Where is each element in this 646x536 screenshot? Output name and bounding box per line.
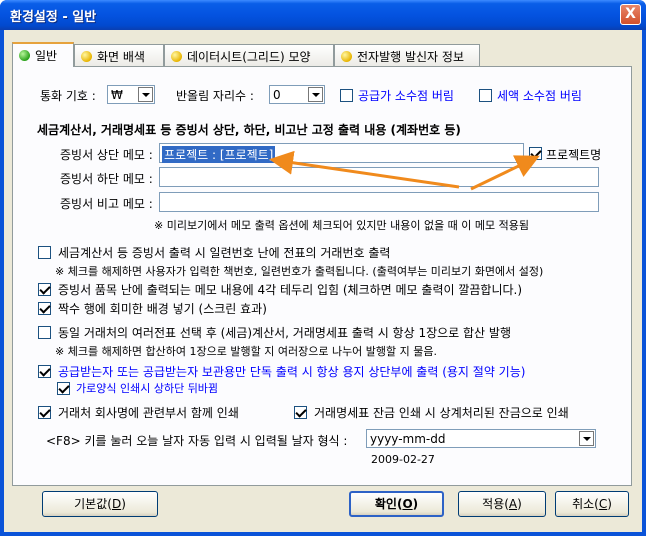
yellow-dot-icon	[341, 51, 352, 62]
ok-button-key: O	[402, 497, 413, 511]
flip-checkbox[interactable]	[57, 382, 70, 395]
cancel-button[interactable]: 취소(C)	[555, 491, 629, 517]
apply-button[interactable]: 적용(A)	[458, 491, 546, 517]
merge-checkbox[interactable]	[38, 326, 51, 339]
even-rows-checkbox[interactable]	[38, 302, 51, 315]
tab-datasheet-label: 데이터시트(그리드) 모양	[187, 50, 311, 64]
tab-datasheet[interactable]: 데이터시트(그리드) 모양	[164, 44, 334, 66]
border-label: 증빙서 품목 난에 출력되는 메모 내용에 4각 테두리 입힘 (체크하면 메모…	[58, 283, 523, 297]
chevron-down-icon[interactable]	[579, 431, 594, 446]
general-panel: 통화 기호 : ₩ 반올림 자리수 : 0 공급가 소수점 버림 세액 소수점 …	[12, 66, 632, 486]
defaults-button-key: D	[111, 497, 122, 511]
receiver-copy-label: 공급받는자 또는 공급받는자 보관용만 단독 출력 시 항상 용지 상단부에 출…	[58, 365, 526, 379]
flip-label: 가로양식 인쇄시 상하단 뒤바뀜	[76, 382, 219, 395]
even-rows-label: 짝수 행에 회미한 배경 넣기 (스크린 효과)	[58, 302, 267, 316]
merge-note: ※ 체크를 해제하면 합산하여 1장으로 발행할 지 여러장으로 나누어 발행할…	[55, 345, 438, 358]
cancel-button-label: 취소(	[572, 497, 599, 511]
serial-label: 세금계산서 등 증빙서 출력 시 일련번호 난에 전표의 거래번호 출력	[58, 246, 391, 260]
apply-button-tail: )	[517, 497, 522, 511]
dept-checkbox[interactable]	[38, 406, 51, 419]
apply-button-key: A	[508, 497, 518, 511]
yellow-dot-icon	[81, 51, 92, 62]
tab-screen-colors[interactable]: 화면 배색	[74, 44, 164, 66]
tab-screen-colors-label: 화면 배색	[97, 50, 145, 64]
cancel-button-tail: )	[607, 497, 612, 511]
ok-button[interactable]: 확인(O)	[349, 491, 444, 517]
tab-sender-info-label: 전자발행 발신자 정보	[357, 50, 464, 64]
apply-button-label: 적용(	[482, 497, 509, 511]
serial-note: ※ 체크를 해제하면 사용자가 입력한 책번호, 일련번호가 출력됩니다. (출…	[55, 265, 544, 278]
close-icon[interactable]: X	[620, 4, 641, 25]
border-checkbox[interactable]	[38, 283, 51, 296]
title-bar[interactable]: 환경설정 - 일반 X	[0, 0, 646, 30]
green-dot-icon	[19, 50, 30, 61]
tab-general-label: 일반	[35, 49, 58, 63]
ok-button-label: 확인(	[374, 497, 403, 511]
balance-checkbox[interactable]	[294, 406, 307, 419]
tab-sender-info[interactable]: 전자발행 발신자 정보	[334, 44, 480, 66]
settings-window: 환경설정 - 일반 X 일반 화면 배색 데이터시트(그리드) 모양 전자발행 …	[0, 0, 646, 536]
serial-checkbox[interactable]	[38, 246, 51, 259]
date-format-value: yyyy-mm-dd	[370, 432, 446, 446]
tab-general[interactable]: 일반	[12, 42, 74, 67]
defaults-button-tail: )	[121, 497, 126, 511]
yellow-dot-icon	[171, 51, 182, 62]
defaults-button-label: 기본값(	[74, 497, 112, 511]
date-format-preview: 2009-02-27	[371, 453, 435, 466]
arrow-to-memo	[269, 150, 460, 189]
dialog-body: 일반 화면 배색 데이터시트(그리드) 모양 전자발행 발신자 정보 통화 기호…	[4, 30, 642, 532]
balance-label: 거래명세표 잔금 인쇄 시 상계처리된 잔금으로 인쇄	[314, 406, 569, 420]
defaults-button[interactable]: 기본값(D)	[42, 491, 158, 517]
merge-label: 동일 거래처의 여러전표 선택 후 (세금)계산서, 거래명세표 출력 시 항상…	[58, 326, 511, 340]
ok-button-tail: )	[412, 497, 419, 511]
date-format-select[interactable]: yyyy-mm-dd	[366, 429, 596, 448]
cancel-button-key: C	[598, 497, 608, 511]
dept-label: 거래처 회사명에 관련부서 함께 인쇄	[58, 406, 239, 420]
arrow-to-checkbox	[470, 155, 540, 191]
annotation-arrows	[269, 150, 540, 191]
date-format-label: <F8> 키를 눌러 오늘 날자 자동 입력 시 입력될 날자 형식 :	[46, 434, 348, 448]
window-title: 환경설정 - 일반	[10, 10, 97, 25]
receiver-copy-checkbox[interactable]	[38, 365, 51, 378]
